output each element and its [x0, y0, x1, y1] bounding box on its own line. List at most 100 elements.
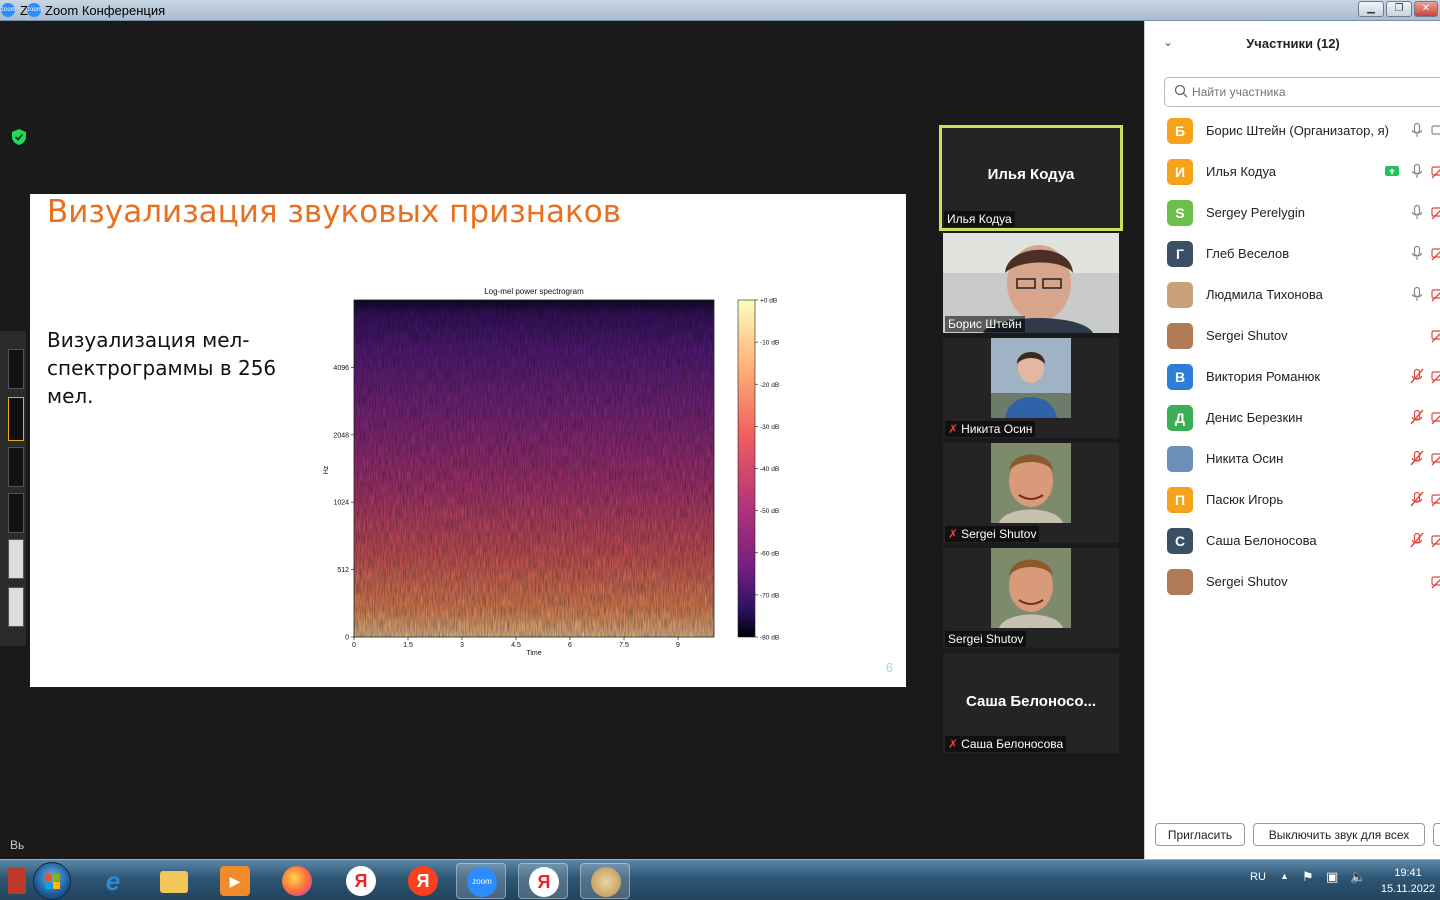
participant-row[interactable]: Д Денис Березкин	[1145, 397, 1440, 438]
spectrogram-texture	[354, 300, 714, 637]
window-titlebar: zoom Z zoom Zoom Конференция ▁ ❐ ✕	[0, 0, 1440, 21]
participant-row[interactable]: Sergei Shutov	[1145, 561, 1440, 602]
tile-name-label: Sergei Shutov	[945, 631, 1027, 647]
participant-avatar: И	[1167, 159, 1193, 185]
participant-row[interactable]: И Илья Кодуа	[1145, 151, 1440, 192]
slide-thumbnail[interactable]	[8, 539, 24, 579]
video-camera-off-icon[interactable]	[1431, 532, 1440, 548]
video-tile[interactable]: Борис Штейн	[943, 233, 1119, 333]
x-tick-label: 3	[460, 642, 464, 649]
y-tick-label: 4096	[333, 365, 349, 372]
participant-row[interactable]: С Саша Белоносова	[1145, 520, 1440, 561]
video-tile[interactable]: Sergei Shutov	[943, 548, 1119, 648]
yandex-browser-window-button[interactable]: Я	[518, 863, 568, 899]
paint-button[interactable]	[580, 863, 630, 899]
participant-avatar	[1167, 323, 1193, 349]
video-tile-active-speaker[interactable]: Илья Кодуа Илья Кодуа	[939, 125, 1123, 231]
participant-row[interactable]: Sergei Shutov	[1145, 315, 1440, 356]
y-tick-label: 2048	[333, 432, 349, 439]
video-camera-off-icon[interactable]	[1431, 491, 1440, 507]
x-tick-label: 6	[568, 642, 572, 649]
microphone-muted-icon[interactable]	[1409, 368, 1425, 384]
volume-icon[interactable]: 🔈	[1350, 869, 1366, 885]
internet-explorer-button[interactable]: e	[88, 863, 138, 899]
participant-avatar: Д	[1167, 405, 1193, 431]
zoom-taskbar-button[interactable]: zoom	[456, 863, 506, 899]
video-camera-off-icon[interactable]	[1431, 204, 1440, 220]
participant-row[interactable]: S Sergey Perelygin	[1145, 192, 1440, 233]
slide-thumbnail[interactable]	[8, 493, 24, 533]
microphone-icon[interactable]	[1409, 286, 1425, 302]
y-tick-label: 1024	[333, 500, 349, 507]
video-tile[interactable]: ✗ Sergei Shutov	[943, 443, 1119, 543]
microphone-icon[interactable]	[1409, 245, 1425, 261]
participant-name: Пасюк Игорь	[1206, 492, 1284, 507]
participant-row[interactable]: Никита Осин	[1145, 438, 1440, 479]
close-window-button[interactable]: ✕	[1414, 1, 1438, 17]
slide-thumbnail[interactable]	[8, 447, 24, 487]
colorbar-tick-label: +0 dB	[760, 298, 777, 305]
video-camera-off-icon[interactable]	[1431, 163, 1440, 179]
participant-search[interactable]	[1164, 77, 1440, 107]
microphone-muted-icon[interactable]	[1409, 450, 1425, 466]
colorbar-tick-label: -10 dB	[760, 340, 779, 347]
minimize-button[interactable]: ▁	[1358, 1, 1384, 17]
participant-row[interactable]: В Виктория Романюк	[1145, 356, 1440, 397]
more-options-button[interactable]	[1433, 823, 1440, 846]
x-tick-label: 4.5	[511, 642, 521, 649]
participants-title: Участники (12)	[1246, 36, 1340, 51]
video-camera-off-icon[interactable]	[1431, 245, 1440, 261]
maximize-button[interactable]: ❐	[1386, 1, 1412, 17]
firefox-button[interactable]	[272, 863, 322, 899]
microphone-muted-icon[interactable]	[1409, 409, 1425, 425]
media-player-button[interactable]: ▶	[210, 863, 260, 899]
language-indicator[interactable]: RU	[1250, 871, 1266, 883]
action-center-icon[interactable]: ⚑	[1302, 869, 1314, 885]
participant-avatar-photo	[991, 338, 1071, 418]
video-camera-off-icon[interactable]	[1431, 327, 1440, 343]
microphone-muted-icon[interactable]	[1409, 532, 1425, 548]
video-camera-off-icon[interactable]	[1431, 368, 1440, 384]
participant-row[interactable]: П Пасюк Игорь	[1145, 479, 1440, 520]
search-input[interactable]	[1192, 83, 1440, 101]
slide-thumbnail[interactable]	[8, 587, 24, 627]
yandex-browser-button[interactable]: Я	[336, 863, 386, 899]
taskbar-app-icon[interactable]	[8, 868, 26, 894]
video-camera-off-icon[interactable]	[1431, 450, 1440, 466]
tray-arrow-icon[interactable]: ▲	[1280, 871, 1289, 881]
participant-row[interactable]: Людмила Тихонова	[1145, 274, 1440, 315]
microphone-icon[interactable]	[1409, 204, 1425, 220]
colorbar-tick-label: -30 dB	[760, 424, 779, 431]
slide-thumbnail[interactable]	[8, 349, 24, 389]
video-camera-off-icon[interactable]	[1431, 573, 1440, 589]
shared-slide: Визуализация звуковых признаков Визуализ…	[30, 194, 906, 687]
invite-button[interactable]: Пригласить	[1155, 823, 1245, 846]
participant-name: Саша Белоносова	[1206, 533, 1317, 548]
microphone-icon[interactable]	[1409, 163, 1425, 179]
video-camera-off-icon[interactable]	[1431, 286, 1440, 302]
participant-avatar-photo	[991, 548, 1071, 628]
colorbar	[737, 299, 756, 638]
start-button[interactable]	[33, 862, 71, 900]
video-tile[interactable]: ✗ Никита Осин	[943, 338, 1119, 438]
video-camera-icon[interactable]	[1431, 122, 1440, 138]
clock[interactable]: 19:41 15.11.2022	[1378, 865, 1438, 897]
video-tile[interactable]: Саша Белоносо... ✗ Саша Белоносова	[943, 653, 1119, 753]
encryption-shield-icon[interactable]	[12, 129, 26, 145]
yandex-icon: Я	[408, 866, 438, 896]
video-camera-off-icon[interactable]	[1431, 409, 1440, 425]
microphone-icon[interactable]	[1409, 122, 1425, 138]
colorbar-tick-label: -20 dB	[760, 382, 779, 389]
participant-row[interactable]: Г Глеб Веселов	[1145, 233, 1440, 274]
participant-avatar: Г	[1167, 241, 1193, 267]
microphone-muted-icon[interactable]	[1409, 491, 1425, 507]
mute-all-button[interactable]: Выключить звук для всех	[1253, 823, 1425, 846]
participant-avatar: П	[1167, 487, 1193, 513]
network-icon[interactable]: ▣	[1326, 869, 1338, 885]
file-explorer-button[interactable]	[150, 863, 200, 899]
slide-body: Визуализация мел-спектрограммы в 256 мел…	[47, 328, 277, 408]
yandex-button[interactable]: Я	[398, 863, 448, 899]
colorbar-tick-label: -60 dB	[760, 550, 779, 557]
slide-thumbnail[interactable]	[8, 397, 24, 441]
participant-row[interactable]: Б Борис Штейн (Организатор, я)	[1145, 110, 1440, 151]
